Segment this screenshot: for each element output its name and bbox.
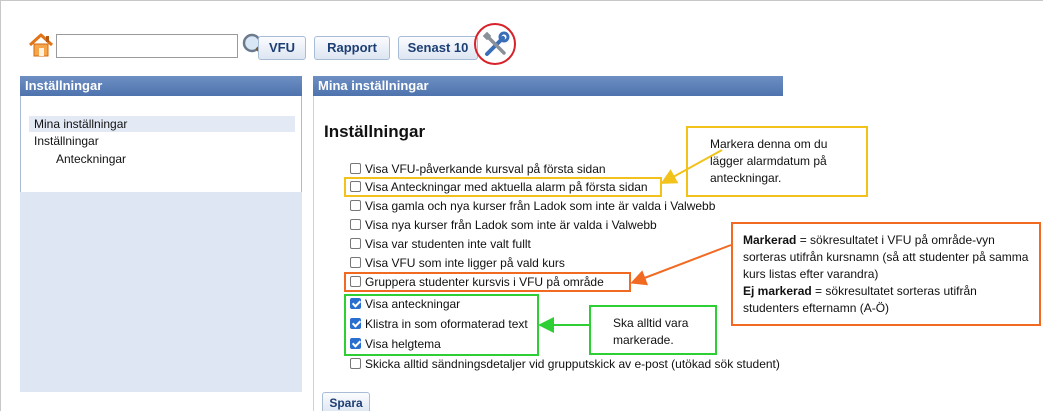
option-label: Visa var studenten inte valt fullt bbox=[365, 237, 531, 251]
orange-highlight-box bbox=[344, 272, 631, 292]
option-label: Visa VFU som inte ligger på vald kurs bbox=[365, 256, 565, 270]
toolbar: VFU Rapport Senast 10 bbox=[14, 22, 794, 68]
option-label: Visa nya kurser från Ladok som inte är v… bbox=[365, 218, 657, 232]
checkbox[interactable] bbox=[350, 238, 361, 249]
option-row[interactable]: Visa nya kurser från Ladok som inte är v… bbox=[350, 217, 657, 234]
option-label: Skicka alltid sändningsdetaljer vid grup… bbox=[365, 357, 780, 371]
save-button[interactable]: Spara bbox=[322, 392, 370, 411]
nav-item-installningar[interactable]: Inställningar bbox=[29, 133, 99, 149]
option-row[interactable]: Visa VFU som inte ligger på vald kurs bbox=[350, 255, 565, 272]
left-nav-panel: Mina inställningar Inställningar Anteckn… bbox=[20, 96, 302, 192]
home-icon[interactable] bbox=[27, 31, 55, 59]
yellow-highlight-box bbox=[344, 177, 662, 197]
vfu-button[interactable]: VFU bbox=[258, 36, 306, 60]
checkbox[interactable] bbox=[350, 219, 361, 230]
page-title: Inställningar bbox=[324, 122, 426, 141]
green-callout-text: Ska alltid vara markerade. bbox=[613, 316, 689, 347]
green-callout: Ska alltid vara markerade. bbox=[589, 305, 717, 355]
yellow-callout: Markera denna om du lägger alarmdatum på… bbox=[686, 126, 868, 197]
senast-10-button[interactable]: Senast 10 bbox=[398, 36, 478, 60]
option-row[interactable]: Skicka alltid sändningsdetaljer vid grup… bbox=[350, 356, 780, 373]
search-input[interactable] bbox=[56, 34, 238, 58]
option-label: Visa VFU-påverkande kursval på första si… bbox=[365, 162, 606, 176]
option-row[interactable]: Visa gamla och nya kurser från Ladok som… bbox=[350, 198, 715, 215]
left-panel-header: Inställningar bbox=[20, 76, 302, 96]
checkbox[interactable] bbox=[350, 257, 361, 268]
checkbox[interactable] bbox=[350, 200, 361, 211]
green-highlight-box bbox=[344, 294, 539, 356]
rapport-button[interactable]: Rapport bbox=[314, 36, 390, 60]
orange-callout: Markerad = sökresultatet i VFU på område… bbox=[731, 222, 1041, 326]
checkbox[interactable] bbox=[350, 163, 361, 174]
yellow-callout-text: Markera denna om du lägger alarmdatum på… bbox=[710, 137, 828, 185]
unmarked-label: Ej markerad bbox=[743, 284, 812, 298]
option-row[interactable]: Visa VFU-påverkande kursval på första si… bbox=[350, 161, 606, 178]
right-panel-header: Mina inställningar bbox=[313, 76, 783, 96]
nav-item-mina-installningar[interactable]: Mina inställningar bbox=[29, 116, 295, 132]
marked-label: Markerad bbox=[743, 233, 797, 247]
option-row[interactable]: Visa var studenten inte valt fullt bbox=[350, 236, 531, 253]
option-label: Visa gamla och nya kurser från Ladok som… bbox=[365, 199, 716, 213]
checkbox[interactable] bbox=[350, 358, 361, 369]
tools-icon[interactable] bbox=[474, 23, 516, 65]
nav-item-anteckningar[interactable]: Anteckningar bbox=[29, 151, 126, 167]
left-sidebar-background bbox=[20, 192, 302, 392]
